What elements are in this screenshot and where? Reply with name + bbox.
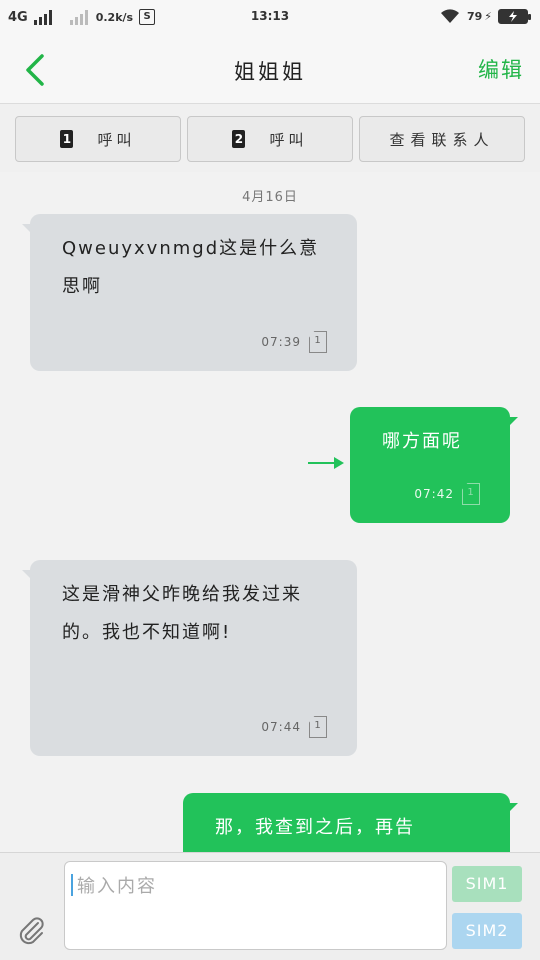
message-text: 哪方面呢 bbox=[382, 431, 462, 452]
message-text: 那，我查到之后，再告 bbox=[215, 817, 415, 838]
call-sim2-label: 呼叫 bbox=[269, 130, 308, 149]
message-meta: 07:42 1 bbox=[414, 483, 480, 505]
message-meta: 07:39 1 bbox=[261, 331, 327, 353]
call-sim1-button[interactable]: 1 呼叫 bbox=[15, 116, 181, 162]
conversation-header: 姐姐姐 编辑 bbox=[0, 36, 540, 104]
message-time: 07:39 bbox=[261, 335, 301, 349]
message-bubble-outgoing[interactable]: 那，我查到之后，再告 bbox=[183, 793, 518, 852]
send-sim1-button[interactable]: SIM1 bbox=[452, 866, 522, 902]
message-time: 07:44 bbox=[261, 720, 301, 734]
battery-percent: 79 bbox=[466, 9, 483, 23]
status-bar: 4G 0.2k/s S 13:13 79 ⚡ bbox=[0, 0, 540, 36]
edit-button[interactable]: 编辑 bbox=[478, 54, 524, 84]
sim-card-icon: 1 bbox=[309, 331, 327, 353]
message-input[interactable]: 输入内容 bbox=[64, 861, 447, 950]
contact-title: 姐姐姐 bbox=[234, 60, 306, 84]
paperclip-icon[interactable] bbox=[16, 915, 48, 947]
date-divider: 4月16日 bbox=[242, 190, 298, 205]
sim1-icon: 1 bbox=[60, 130, 74, 148]
composer-bar: 输入内容 SIM1 SIM2 bbox=[0, 852, 540, 960]
send-sim2-button[interactable]: SIM2 bbox=[452, 913, 522, 949]
message-meta: 07:44 1 bbox=[261, 716, 327, 738]
message-time: 07:42 bbox=[414, 487, 454, 501]
message-text: Qweuyxvnmgd这是什么意思啊 bbox=[62, 238, 320, 297]
view-contact-button[interactable]: 查看联系人 bbox=[359, 116, 525, 162]
message-bubble-incoming[interactable]: 这是滑神父昨晚给我发过来的。我也不知道啊! 07:44 1 bbox=[22, 560, 357, 756]
message-input-placeholder: 输入内容 bbox=[77, 876, 157, 897]
call-sim2-button[interactable]: 2 呼叫 bbox=[187, 116, 353, 162]
sim-card-icon: 1 bbox=[309, 716, 327, 738]
message-text: 这是滑神父昨晚给我发过来的。我也不知道啊! bbox=[62, 584, 302, 643]
message-bubble-outgoing[interactable]: 哪方面呢 07:42 1 bbox=[350, 407, 518, 523]
charging-icon: ⚡ bbox=[484, 9, 492, 23]
sim2-icon: 2 bbox=[232, 130, 246, 148]
wifi-icon bbox=[440, 9, 459, 23]
text-caret bbox=[71, 874, 73, 896]
sim-card-icon: 1 bbox=[462, 483, 480, 505]
battery-icon bbox=[498, 8, 531, 24]
sent-arrow-icon bbox=[308, 457, 344, 469]
message-list[interactable]: 4月16日 Qweuyxvnmgd这是什么意思啊 07:39 1 哪方面呢 07… bbox=[0, 172, 540, 852]
call-sim1-label: 呼叫 bbox=[97, 130, 136, 149]
action-row: 1 呼叫 2 呼叫 查看联系人 bbox=[0, 104, 540, 172]
status-right: 79 ⚡ bbox=[439, 8, 531, 24]
view-contact-label: 查看联系人 bbox=[389, 130, 495, 149]
message-bubble-incoming[interactable]: Qweuyxvnmgd这是什么意思啊 07:39 1 bbox=[22, 214, 357, 371]
